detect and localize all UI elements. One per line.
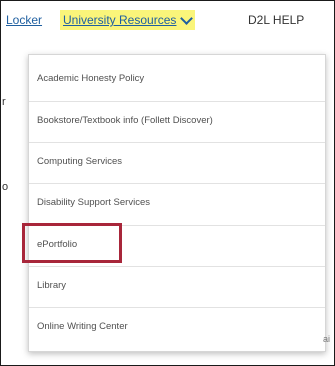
menu-item-bookstore[interactable]: Bookstore/Textbook info (Follett Discove…: [29, 101, 325, 138]
menu-item-label: Disability Support Services: [37, 196, 150, 208]
eportfolio-callout-box: [22, 223, 122, 263]
menu-item-library[interactable]: Library: [29, 266, 325, 303]
background-text-fragment: o: [2, 181, 9, 193]
background-text-fragment: ai: [323, 334, 331, 344]
menu-item-computing-services[interactable]: Computing Services: [29, 142, 325, 179]
menu-item-label: Computing Services: [37, 155, 123, 167]
menu-item-label: Online Writing Center: [37, 320, 128, 332]
nav-link-locker[interactable]: Locker: [6, 13, 42, 27]
menu-item-disability-support-services[interactable]: Disability Support Services: [29, 183, 325, 220]
menu-item-academic-honesty-policy[interactable]: Academic Honesty Policy: [29, 60, 325, 97]
university-resources-menu: Academic Honesty Policy Bookstore/Textbo…: [28, 54, 326, 352]
screenshot-frame: Locker University Resources D2L HELP r o…: [0, 0, 335, 366]
menu-item-online-writing-center[interactable]: Online Writing Center: [29, 307, 325, 344]
navbar: Locker University Resources D2L HELP: [1, 1, 334, 39]
menu-item-label: Bookstore/Textbook info (Follett Discove…: [37, 114, 213, 126]
menu-item-label: Academic Honesty Policy: [37, 73, 145, 84]
nav-link-d2l-help[interactable]: D2L HELP: [248, 13, 304, 27]
chevron-down-icon: [180, 11, 194, 25]
nav-resources-label: University Resources: [63, 13, 177, 27]
background-text-fragment: r: [2, 96, 6, 108]
menu-item-label: Library: [37, 279, 67, 291]
nav-dropdown-university-resources[interactable]: University Resources: [60, 10, 196, 30]
